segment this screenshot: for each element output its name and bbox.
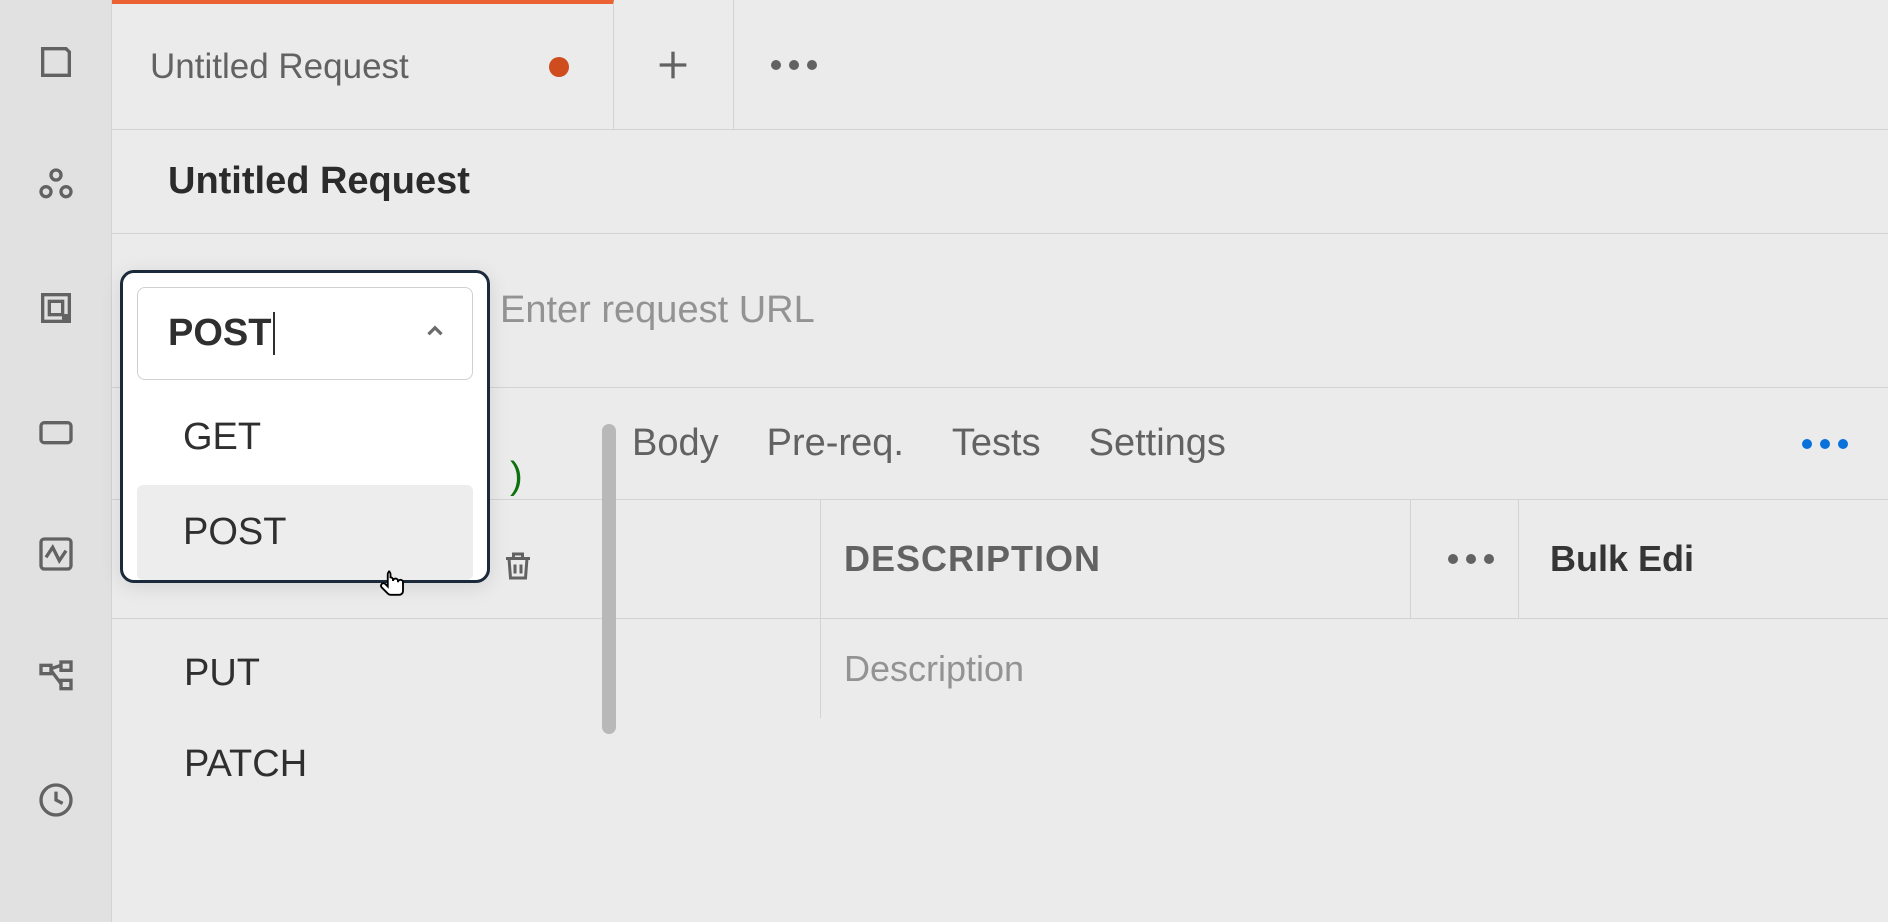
- dropdown-scrollbar[interactable]: [602, 424, 616, 734]
- ellipsis-icon: [1448, 554, 1494, 564]
- method-dropdown-list: GET POST: [137, 390, 473, 580]
- method-option-post[interactable]: POST: [137, 485, 473, 580]
- collections-icon[interactable]: [36, 42, 76, 87]
- flows-icon[interactable]: [36, 657, 76, 702]
- method-dropdown-input[interactable]: POST: [137, 287, 473, 380]
- tab-bar: Untitled Request: [112, 0, 1888, 130]
- ellipsis-icon: [1802, 439, 1848, 449]
- tab-settings[interactable]: Settings: [1089, 422, 1226, 465]
- request-tabs-more-button[interactable]: [1802, 439, 1848, 449]
- column-description: DESCRIPTION: [844, 538, 1101, 580]
- ellipsis-icon: [771, 60, 817, 70]
- mock-servers-icon[interactable]: [36, 411, 76, 456]
- bulk-edit-button[interactable]: Bulk Edi: [1550, 538, 1694, 580]
- tab-label: Untitled Request: [150, 47, 409, 87]
- tab-tests[interactable]: Tests: [952, 422, 1041, 465]
- tab-options-button[interactable]: [734, 0, 854, 129]
- method-dropdown-overflow: PUT PATCH: [184, 628, 484, 810]
- method-option-put[interactable]: PUT: [184, 628, 484, 719]
- params-count-paren: ): [510, 455, 523, 498]
- new-tab-button[interactable]: [614, 0, 734, 129]
- tab-body[interactable]: Body: [632, 422, 719, 465]
- chevron-up-icon: [422, 318, 448, 349]
- unsaved-indicator-icon: [549, 57, 569, 77]
- description-cell[interactable]: Description: [844, 648, 1024, 690]
- method-selected-value: POST: [168, 312, 275, 355]
- delete-icon[interactable]: [500, 548, 536, 589]
- column-options-button[interactable]: [1448, 554, 1494, 564]
- method-dropdown: POST GET POST: [120, 270, 490, 583]
- history-icon[interactable]: [36, 780, 76, 825]
- method-option-get[interactable]: GET: [137, 390, 473, 485]
- monitors-icon[interactable]: [36, 534, 76, 579]
- request-title[interactable]: Untitled Request: [168, 160, 1888, 203]
- environments-icon[interactable]: [36, 288, 76, 333]
- left-sidebar: [0, 0, 112, 922]
- tab-prereq[interactable]: Pre-req.: [767, 422, 904, 465]
- request-tab[interactable]: Untitled Request: [112, 0, 614, 129]
- apis-icon[interactable]: [36, 165, 76, 210]
- url-input[interactable]: Enter request URL: [490, 289, 1888, 332]
- method-option-patch[interactable]: PATCH: [184, 719, 484, 810]
